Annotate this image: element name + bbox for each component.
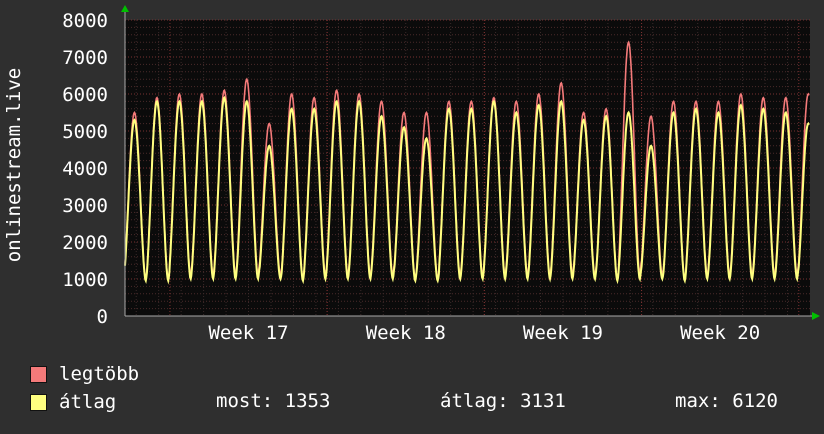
legend-item-max: legtöbb: [30, 362, 139, 386]
y-tick-labels: 0 1000 2000 3000 4000 5000 6000 7000 8000: [62, 10, 108, 328]
y-tick-label: 4000: [62, 158, 108, 180]
y-tick-label: 2000: [62, 232, 108, 254]
legend-swatch-avg: [30, 393, 47, 411]
y-tick-label: 5000: [62, 121, 108, 143]
legend-item-avg: átlag: [30, 390, 116, 414]
y-tick-label: 7000: [62, 47, 108, 69]
x-tick-labels: Week 17 Week 18 Week 19 Week 20: [208, 322, 760, 344]
x-tick-label: Week 19: [523, 322, 603, 344]
legend-swatch-max: [30, 365, 47, 383]
y-axis-label: onlinestream.live: [3, 68, 25, 262]
legend-label-avg: átlag: [59, 391, 117, 413]
y-tick-label: 1000: [62, 269, 108, 291]
x-axis-arrow: [812, 312, 820, 320]
chart: 0 1000 2000 3000 4000 5000 6000 7000 8000 Week 1…: [0, 0, 824, 430]
y-tick-label: 6000: [62, 84, 108, 106]
y-tick-label: 8000: [62, 10, 108, 32]
stat-current: most: 1353: [216, 390, 331, 412]
x-tick-label: Week 17: [208, 322, 288, 344]
x-tick-label: Week 20: [680, 322, 760, 344]
stat-maximum: max: 6120: [675, 390, 778, 412]
y-tick-label: 3000: [62, 195, 108, 217]
stat-average: átlag: 3131: [440, 390, 566, 412]
y-tick-label: 0: [97, 306, 108, 328]
legend-label-max: legtöbb: [59, 363, 140, 385]
y-axis-arrow: [121, 5, 129, 12]
x-tick-label: Week 18: [366, 322, 446, 344]
